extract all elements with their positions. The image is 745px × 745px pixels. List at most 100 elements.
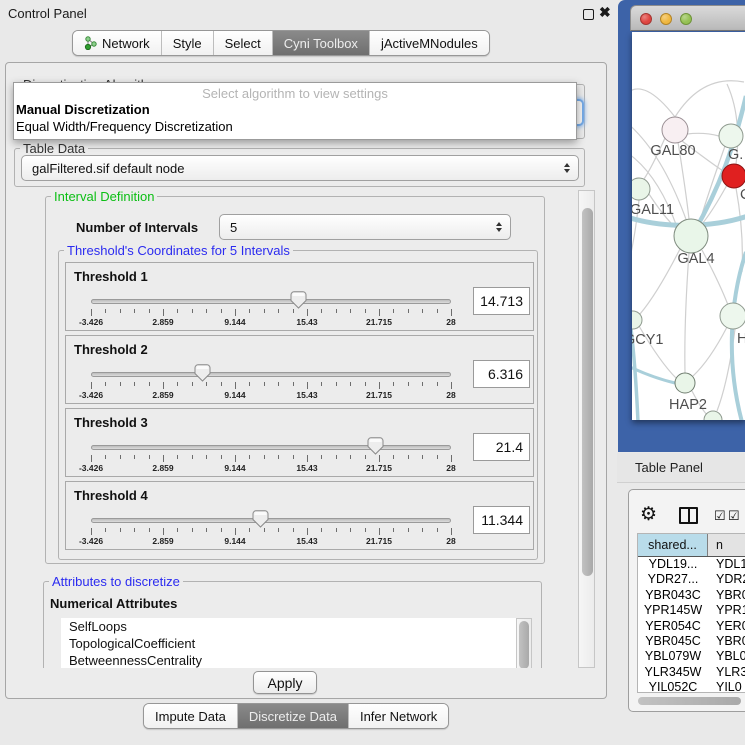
tab-discretize-data[interactable]: Discretize Data [238, 704, 349, 728]
table-row[interactable]: YPR145WYPR1 [638, 603, 745, 618]
network-edge[interactable] [687, 133, 719, 136]
control-panel-titlebar [0, 0, 613, 26]
cell-shared-name[interactable]: YER054C [638, 619, 708, 634]
major-tick [307, 528, 308, 535]
minimize-light-icon[interactable] [660, 13, 672, 25]
attribute-list-item[interactable]: TopologicalCoefficient [61, 635, 516, 652]
table-row[interactable]: YDR27...YDR2 [638, 572, 745, 587]
number-of-intervals-value: 5 [220, 220, 492, 235]
slider-track[interactable] [91, 445, 451, 450]
threshold-label: Threshold 3 [74, 415, 148, 430]
tab-style[interactable]: Style [162, 31, 214, 55]
cell-shared-name[interactable]: YLR345W [638, 665, 708, 680]
slider-thumb[interactable] [290, 291, 307, 309]
cell-name[interactable]: YBR0 [708, 634, 745, 649]
slider-track[interactable] [91, 372, 451, 377]
GAL80-node[interactable] [662, 117, 688, 143]
table-row[interactable]: YLR345WYLR3 [638, 665, 745, 680]
cell-name[interactable]: YDL1 [708, 557, 745, 572]
red-node[interactable] [722, 164, 745, 188]
table-row[interactable]: YBL079WYBL0 [638, 649, 745, 664]
network-edge[interactable] [675, 81, 744, 117]
column-header-name[interactable]: n [708, 534, 745, 556]
cell-name[interactable]: YPR1 [708, 603, 745, 618]
slider-thumb[interactable] [252, 510, 269, 528]
algorithm-option-equal-width[interactable]: Equal Width/Frequency Discretization [14, 118, 576, 135]
cell-name[interactable]: YBL0 [708, 649, 745, 664]
GAL11-node[interactable] [632, 178, 650, 200]
cell-shared-name[interactable]: YBR043C [638, 588, 708, 603]
cell-name[interactable]: YER0 [708, 619, 745, 634]
cell-shared-name[interactable]: YDL19... [638, 557, 708, 572]
table-row[interactable]: YDL19...YDL1 [638, 557, 745, 572]
cell-name[interactable]: YBR0 [708, 588, 745, 603]
tab-select[interactable]: Select [214, 31, 273, 55]
column-header-shared-name[interactable]: shared... [638, 534, 708, 556]
network-edge-thick[interactable] [632, 364, 675, 383]
tab-cyni-toolbox[interactable]: Cyni Toolbox [273, 31, 370, 55]
table-row[interactable]: YBR045CYBR0 [638, 634, 745, 649]
threshold-value-field[interactable]: 11.344 [473, 506, 530, 534]
network-edge[interactable] [640, 249, 680, 314]
cell-name[interactable]: YDR2 [708, 572, 745, 587]
close-light-icon[interactable] [640, 13, 652, 25]
attribute-list-item[interactable]: SelfLoops [61, 618, 516, 635]
minor-tick [321, 309, 322, 313]
cell-shared-name[interactable]: YBR045C [638, 634, 708, 649]
settings-scrollbar[interactable] [578, 190, 595, 668]
zoom-light-icon[interactable] [680, 13, 692, 25]
gear-icon[interactable]: ⚙ [640, 503, 657, 526]
cell-shared-name[interactable]: YIL052C [638, 680, 708, 693]
attributes-list-scrollbar[interactable] [516, 618, 532, 668]
minor-tick [422, 309, 423, 313]
cell-shared-name[interactable]: YBL079W [638, 649, 708, 664]
threshold-value-field[interactable]: 6.316 [473, 360, 530, 388]
GAL4-node[interactable] [674, 219, 708, 253]
table-data-combobox[interactable]: galFiltered.sif default node [21, 155, 579, 181]
float-window-icon[interactable] [583, 9, 594, 20]
checkbox-icon[interactable]: ☑ [728, 508, 740, 524]
slider-track[interactable] [91, 518, 451, 523]
top-right-node[interactable] [719, 124, 743, 148]
numerical-attributes-label: Numerical Attributes [50, 596, 177, 611]
apply-button[interactable]: Apply [253, 671, 317, 694]
tab-impute-data[interactable]: Impute Data [144, 704, 238, 728]
close-icon[interactable]: ✖ [599, 4, 611, 21]
minor-tick [278, 309, 279, 313]
H-node[interactable] [720, 303, 745, 329]
slider-thumb[interactable] [194, 364, 211, 382]
stepper-arrows-icon[interactable] [492, 222, 510, 232]
network-edge[interactable] [693, 327, 727, 376]
cell-name[interactable]: YIL0 [708, 680, 745, 693]
attribute-list-item[interactable]: BetweennessCentrality [61, 652, 516, 668]
tab-infer-network[interactable]: Infer Network [349, 704, 448, 728]
table-horizontal-scrollbar[interactable] [638, 697, 741, 705]
network-edge[interactable] [632, 89, 675, 117]
network-window-titlebar[interactable] [630, 5, 745, 31]
network-edge-thick[interactable] [632, 284, 638, 420]
slider-thumb[interactable] [367, 437, 384, 455]
columns-icon[interactable] [679, 507, 698, 524]
threshold-value-field[interactable]: 14.713 [473, 287, 530, 315]
minor-tick [221, 382, 222, 386]
tab-jactivemnodules[interactable]: jActiveMNodules [370, 31, 489, 55]
network-view-canvas[interactable]: GAL80G.CGAL11GAL4GCY1HHAP2 [632, 32, 745, 420]
threshold-value-field[interactable]: 21.4 [473, 433, 530, 461]
tab-network[interactable]: Network [73, 31, 162, 55]
cell-name[interactable]: YLR3 [708, 665, 745, 680]
table-row[interactable]: YIL052CYIL0 [638, 680, 745, 693]
numerical-attributes-list[interactable]: SelfLoopsTopologicalCoefficientBetweenne… [61, 618, 516, 668]
checkbox-icon[interactable]: ☑ [714, 508, 726, 524]
cell-shared-name[interactable]: YDR27... [638, 572, 708, 587]
algorithm-option-manual[interactable]: Manual Discretization [14, 101, 576, 118]
HAP2-node[interactable] [675, 373, 695, 393]
stepper-arrows-icon[interactable] [560, 163, 578, 173]
slider-track[interactable] [91, 299, 451, 304]
threshold-box-4: Threshold 4-3.4262.8599.14415.4321.71528… [65, 481, 534, 550]
table-row[interactable]: YBR043CYBR0 [638, 588, 745, 603]
minor-tick [192, 309, 193, 313]
network-edge[interactable] [685, 253, 689, 373]
cell-shared-name[interactable]: YPR145W [638, 603, 708, 618]
number-of-intervals-combobox[interactable]: 5 [219, 214, 511, 240]
table-row[interactable]: YER054CYER0 [638, 619, 745, 634]
